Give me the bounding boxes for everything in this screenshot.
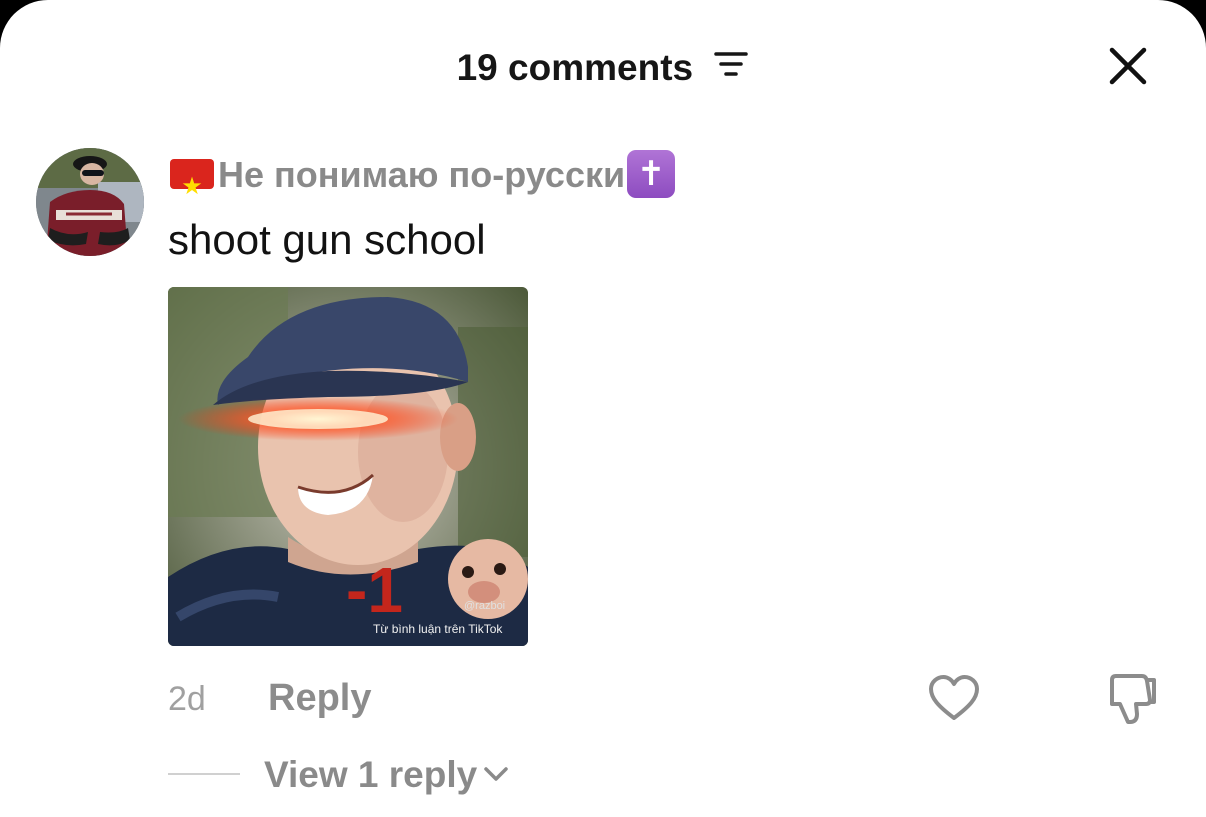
dislike-button[interactable] — [1106, 672, 1160, 726]
replies-divider — [168, 773, 240, 775]
comments-header: 19 comments — [0, 44, 1206, 90]
comments-sheet: 19 comments ★ Не понимаю по-русски ✝ sho… — [0, 0, 1206, 817]
view-replies-button[interactable]: View 1 reply — [264, 752, 509, 798]
vietnam-flag-icon: ★ — [170, 159, 214, 200]
close-icon — [1109, 47, 1147, 85]
media-overlay-number: -1 — [346, 554, 403, 626]
comment-timestamp: 2d — [168, 680, 206, 718]
avatar[interactable] — [36, 148, 144, 256]
comment-username[interactable]: Не понимаю по-русски — [218, 154, 625, 195]
sort-filter-icon[interactable] — [713, 44, 749, 88]
thumbs-down-icon — [1110, 674, 1156, 724]
comment-username-row[interactable]: ★ Не понимаю по-русски ✝ — [170, 150, 676, 200]
heart-icon — [929, 675, 979, 720]
like-button[interactable] — [928, 674, 980, 722]
media-watermark-caption: Từ bình luận trên TikTok — [373, 622, 503, 636]
chevron-down-icon — [484, 767, 508, 781]
media-watermark-handle: @razboi — [464, 600, 505, 612]
latin-cross-icon: ✝ — [627, 150, 676, 199]
comment-text: shoot gun school — [168, 216, 486, 263]
view-replies-label[interactable]: View 1 reply — [264, 754, 477, 795]
comments-count-title: 19 comments — [456, 47, 694, 89]
close-button[interactable] — [1104, 42, 1152, 90]
comment-media-image[interactable]: -1 @razboi Từ bình luận trên TikTok — [168, 287, 528, 646]
reply-button[interactable]: Reply — [268, 676, 371, 720]
